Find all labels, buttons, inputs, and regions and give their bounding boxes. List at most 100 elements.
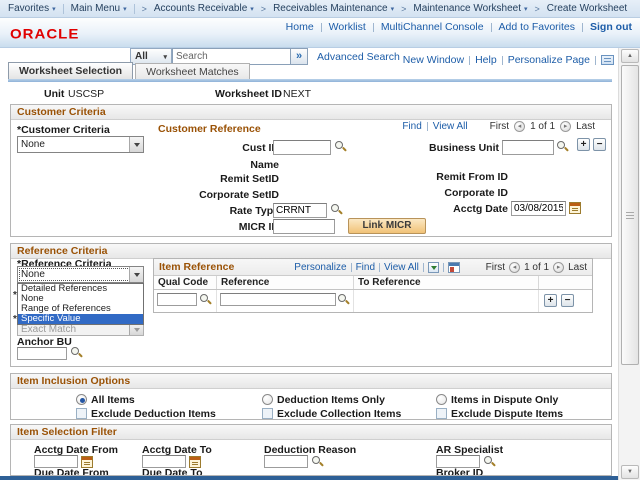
find-link[interactable]: Find: [402, 121, 421, 132]
separator: [443, 263, 444, 272]
separator: [423, 263, 424, 272]
customer-criteria-select[interactable]: None: [17, 136, 144, 153]
tab-worksheet-selection[interactable]: Worksheet Selection: [8, 62, 133, 79]
acctg-date-input[interactable]: [511, 201, 566, 216]
chevron-down-icon[interactable]: [129, 267, 143, 282]
ar-specialist-lookup-icon[interactable]: [484, 456, 496, 468]
http-window-icon[interactable]: [601, 55, 614, 65]
home-link[interactable]: Home: [286, 21, 314, 33]
qual-code-input[interactable]: [157, 293, 197, 306]
previous-row-icon[interactable]: ◂: [509, 262, 520, 273]
view-all-link[interactable]: View All: [384, 262, 419, 273]
first-label[interactable]: First: [486, 262, 505, 273]
add-row-button[interactable]: +: [577, 138, 590, 151]
separator: [502, 56, 503, 65]
tab-underline: [8, 79, 612, 82]
find-link[interactable]: Find: [356, 262, 375, 273]
breadcrumb-label: Create Worksheet: [547, 3, 627, 14]
customer-criteria-selected-value: None: [21, 139, 45, 150]
add-to-favorites-link[interactable]: Add to Favorites: [499, 21, 575, 33]
deduction-reason-lookup-icon[interactable]: [312, 456, 324, 468]
rate-type-lookup-icon[interactable]: [331, 204, 343, 216]
breadcrumb-label: Maintenance Worksheet: [413, 3, 521, 14]
exclude-deduction-items-checkbox[interactable]: [76, 408, 87, 419]
all-items-radio[interactable]: [76, 394, 87, 405]
column-header-qual-code[interactable]: Qual Code: [154, 276, 217, 289]
due-date-from-label: Due Date From: [34, 467, 109, 476]
advanced-search-link[interactable]: Advanced Search: [317, 51, 400, 63]
item-reference-grid-navbar: Item Reference Personalize Find View All…: [154, 259, 592, 276]
breadcrumb-item-create-worksheet[interactable]: Create Worksheet: [547, 3, 627, 14]
corporate-id-label: Corporate ID: [388, 187, 508, 199]
separator: [351, 263, 352, 272]
breadcrumb-label: Receivables Maintenance: [273, 3, 388, 14]
delete-row-button[interactable]: −: [561, 294, 574, 307]
exclude-deduction-items-label: Exclude Deduction Items: [91, 408, 216, 420]
first-label[interactable]: First: [490, 121, 509, 132]
sign-out-link[interactable]: Sign out: [590, 21, 632, 33]
rate-type-input[interactable]: [273, 203, 327, 218]
exclude-collection-items-checkbox[interactable]: [262, 408, 273, 419]
chevron-down-icon[interactable]: [129, 137, 143, 152]
previous-row-icon[interactable]: ◂: [514, 121, 525, 132]
name-label: Name: [159, 159, 279, 171]
last-label[interactable]: Last: [576, 121, 595, 132]
breadcrumb-item-main-menu[interactable]: Main Menu ▾: [71, 3, 127, 14]
qual-code-lookup-icon[interactable]: [200, 294, 212, 306]
breadcrumb-item-maintenance-worksheet[interactable]: Maintenance Worksheet ▾: [413, 3, 527, 14]
view-all-link[interactable]: View All: [433, 121, 468, 132]
scrollbar-thumb[interactable]: [621, 65, 639, 365]
vertical-scrollbar[interactable]: ▲ ▼: [618, 48, 640, 480]
exclude-dispute-items-checkbox[interactable]: [436, 408, 447, 419]
chevron-down-icon: ▾: [524, 5, 528, 13]
last-label[interactable]: Last: [568, 262, 587, 273]
reference-input[interactable]: [220, 293, 336, 306]
dropdown-option-specific-value[interactable]: Specific Value: [18, 314, 143, 324]
deduction-reason-input[interactable]: [264, 455, 308, 468]
link-micr-button[interactable]: Link MICR: [348, 218, 426, 234]
micr-id-input[interactable]: [273, 219, 335, 234]
search-scope-value: All: [135, 51, 148, 62]
business-unit-lookup-icon[interactable]: [557, 141, 569, 153]
personalize-link[interactable]: Personalize: [294, 262, 346, 273]
cust-id-input[interactable]: [273, 140, 331, 155]
items-in-dispute-only-radio[interactable]: [436, 394, 447, 405]
deduction-items-only-radio[interactable]: [262, 394, 273, 405]
personalize-page-link[interactable]: Personalize Page: [508, 54, 590, 66]
add-row-button[interactable]: +: [544, 294, 557, 307]
customer-criteria-label: *Customer Criteria: [17, 124, 110, 136]
next-row-icon[interactable]: ▸: [560, 121, 571, 132]
bottom-bar: [0, 476, 618, 480]
search-go-button[interactable]: »: [290, 48, 308, 65]
unit-value: USCSP: [68, 88, 104, 100]
scroll-up-icon[interactable]: ▲: [621, 49, 639, 63]
acctg-date-calendar-icon[interactable]: [569, 202, 581, 214]
item-inclusion-options-header: Item Inclusion Options: [11, 374, 611, 389]
reference-criteria-select[interactable]: None: [17, 266, 144, 283]
breadcrumb-item-receivables-maintenance[interactable]: Receivables Maintenance ▾: [273, 3, 394, 14]
section-title: Item Selection Filter: [17, 426, 117, 438]
reference-lookup-icon[interactable]: [338, 294, 350, 306]
business-unit-input[interactable]: [502, 140, 554, 155]
new-window-link[interactable]: New Window: [403, 54, 464, 66]
delete-row-button[interactable]: −: [593, 138, 606, 151]
scroll-down-icon[interactable]: ▼: [621, 465, 639, 479]
anchor-bu-input[interactable]: [17, 347, 67, 360]
multichannel-console-link[interactable]: MultiChannel Console: [381, 21, 484, 33]
next-row-icon[interactable]: ▸: [553, 262, 564, 273]
cust-id-lookup-icon[interactable]: [335, 141, 347, 153]
breadcrumb-item-favorites[interactable]: Favorites ▾: [8, 3, 56, 14]
row-count: 1 of 1: [524, 262, 549, 273]
tab-worksheet-matches[interactable]: Worksheet Matches: [135, 63, 250, 79]
help-link[interactable]: Help: [475, 54, 497, 66]
header-bar: ORACLE Home Worklist MultiChannel Consol…: [0, 18, 640, 48]
breadcrumb-item-accounts-receivable[interactable]: Accounts Receivable ▾: [154, 3, 254, 14]
zoom-grid-icon[interactable]: [448, 262, 460, 273]
separator: [63, 4, 64, 14]
download-spreadsheet-icon[interactable]: [428, 262, 439, 273]
page-links: New Window Help Personalize Page: [403, 54, 614, 66]
anchor-bu-lookup-icon[interactable]: [71, 347, 83, 359]
worklist-link[interactable]: Worklist: [329, 21, 366, 33]
column-header-to-reference[interactable]: To Reference: [354, 276, 539, 289]
column-header-reference[interactable]: Reference: [217, 276, 354, 289]
